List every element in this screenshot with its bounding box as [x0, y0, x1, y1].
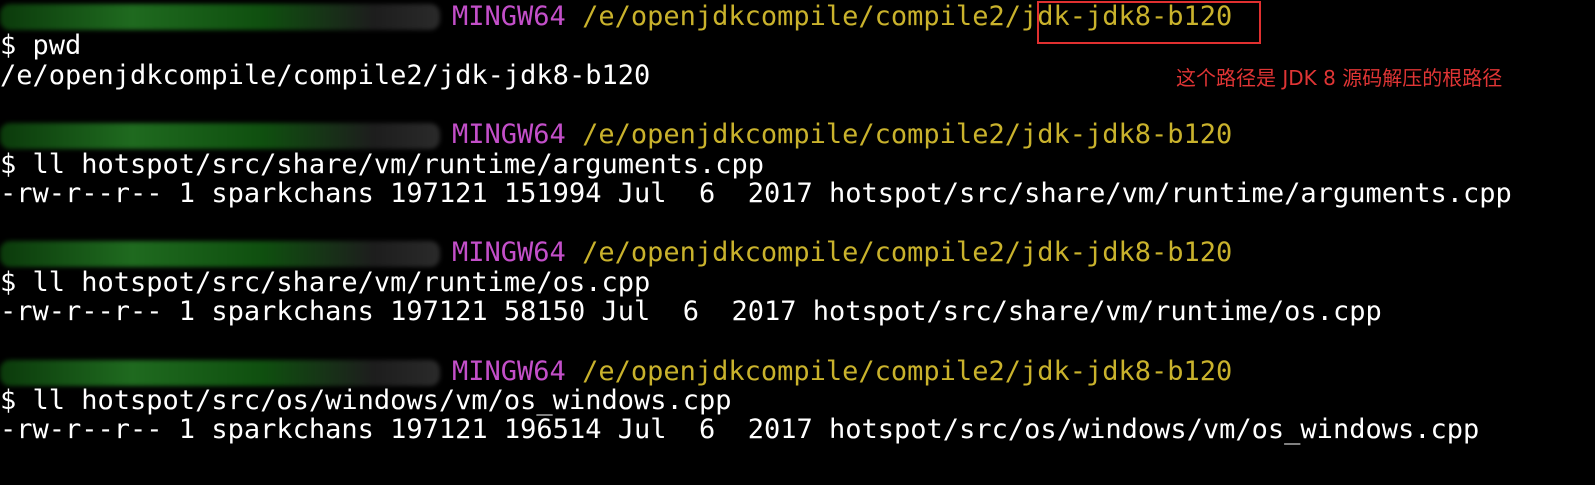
- prompt-line: MINGW64 /e/openjdkcompile/compile2/jdk-j…: [0, 120, 1232, 150]
- prompt-cwd-prefix: /e/openjdkcompile/compile2/: [582, 1, 1021, 32]
- prompt-env: MINGW64: [452, 356, 566, 387]
- prompt-env: MINGW64: [452, 1, 566, 32]
- command-line: $ ll hotspot/src/os/windows/vm/os_window…: [0, 385, 732, 416]
- output-line: -rw-r--r-- 1 sparkchans 197121 58150 Jul…: [0, 296, 1382, 327]
- prompt-env: MINGW64: [452, 237, 566, 268]
- prompt-cwd: /e/openjdkcompile/compile2/jdk-jdk8-b120: [582, 119, 1233, 150]
- prompt-line: MINGW64 /e/openjdkcompile/compile2/jdk-j…: [0, 357, 1232, 387]
- command-line: $ pwd: [0, 30, 82, 61]
- prompt-line: MINGW64 /e/openjdkcompile/compile2/jdk-j…: [0, 238, 1232, 268]
- terminal-window[interactable]: MINGW64 /e/openjdkcompile/compile2/jdk-j…: [0, 0, 1595, 485]
- prompt-cwd: /e/openjdkcompile/compile2/jdk-jdk8-b120: [582, 356, 1233, 387]
- output-line: -rw-r--r-- 1 sparkchans 197121 196514 Ju…: [0, 414, 1480, 445]
- prompt-env: MINGW64: [452, 119, 566, 150]
- highlight-box: [1037, 1, 1261, 44]
- annotation-text: 这个路径是 JDK 8 源码解压的根路径: [1176, 66, 1503, 90]
- command-line: $ ll hotspot/src/share/vm/runtime/argume…: [0, 149, 765, 180]
- output-line: /e/openjdkcompile/compile2/jdk-jdk8-b120: [0, 60, 651, 91]
- prompt-cwd: /e/openjdkcompile/compile2/jdk-jdk8-b120: [582, 237, 1233, 268]
- output-line: -rw-r--r-- 1 sparkchans 197121 151994 Ju…: [0, 178, 1512, 209]
- command-line: $ ll hotspot/src/share/vm/runtime/os.cpp: [0, 267, 651, 298]
